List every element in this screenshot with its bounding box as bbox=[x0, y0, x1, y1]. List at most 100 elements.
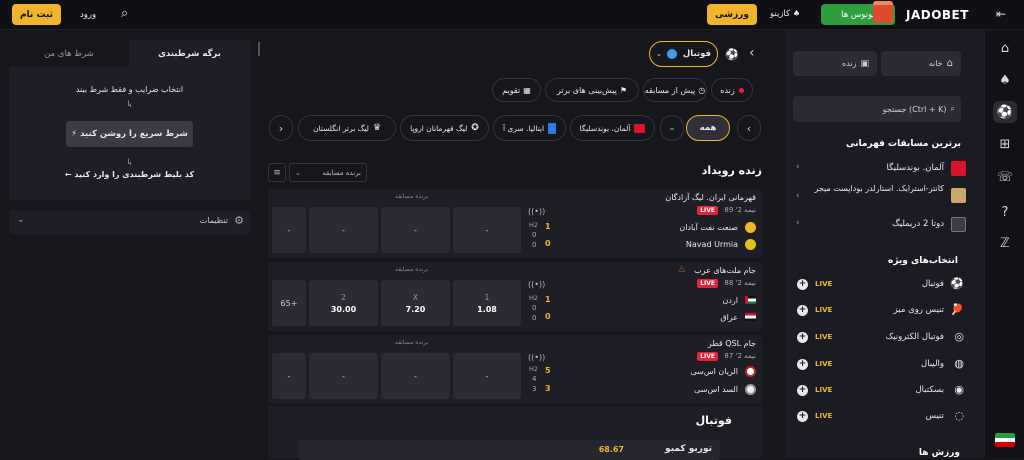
sort-button[interactable]: ≡ bbox=[268, 163, 286, 182]
sport-label: بسکتبال bbox=[915, 385, 944, 395]
special-item-tennis[interactable]: + LIVE تنیس ◌ bbox=[789, 408, 966, 428]
league-name: جام ملت‌های عرب bbox=[694, 266, 756, 275]
event-card[interactable]: برنده مسابقه قهرمانی ایران. لیگ آزادگان … bbox=[268, 189, 762, 258]
brand-logo[interactable]: JADOBET bbox=[906, 8, 969, 22]
settings-label: تنظیمات bbox=[199, 216, 228, 225]
home-icon[interactable]: ⌂ bbox=[993, 37, 1017, 59]
quick-bet-button[interactable]: ⚡ شرط سریع را روشن کنید bbox=[66, 121, 193, 147]
football-icon[interactable]: ⚽ bbox=[993, 101, 1017, 123]
filter-seria[interactable]: ایتالیا. سری آ bbox=[493, 115, 566, 141]
more-markets-button[interactable]: 65+ bbox=[272, 280, 306, 326]
odd-button[interactable]: 2 30.00 bbox=[309, 280, 378, 326]
odd-button[interactable]: 1 1.08 bbox=[453, 280, 521, 326]
more-markets-button[interactable]: - bbox=[272, 207, 306, 253]
tab-calendar[interactable]: تقویم ▦ bbox=[492, 78, 541, 102]
special-item-table-tennis[interactable]: + LIVE تنیس روی میز 🏓 bbox=[789, 302, 966, 322]
spade-icon[interactable]: ♠ bbox=[993, 69, 1017, 91]
team-home: اردن bbox=[722, 296, 738, 305]
event-card[interactable]: برنده مسابقه جام ملت‌های عرب ♨ نیمه 2' 8… bbox=[268, 262, 762, 331]
live-tab[interactable]: زنده ▣ bbox=[793, 51, 877, 76]
top-competition-item[interactable]: ‹ کانتر-استرایک. استارلدر بوداپست میجر bbox=[789, 183, 966, 211]
tab-my-bets[interactable]: شرط های من bbox=[9, 40, 129, 67]
turbo-combo-row[interactable]: توربو کمبو 68.67 bbox=[298, 440, 720, 460]
event-card[interactable]: برنده مسابقه قطر QSL جام نیمه 2' 87 LIVE… bbox=[268, 335, 762, 404]
filter-bundesliga[interactable]: آلمان. بوندسلیگا bbox=[570, 115, 655, 141]
sports-button[interactable]: ورزشی bbox=[707, 4, 757, 25]
odd-button[interactable]: X 7.20 bbox=[381, 280, 450, 326]
odd-button[interactable]: - bbox=[381, 207, 450, 253]
chat-icon[interactable]: ☏ bbox=[993, 166, 1017, 188]
add-icon[interactable]: + bbox=[797, 411, 808, 422]
home-tab[interactable]: خانه ⌂ bbox=[881, 51, 961, 76]
odd-button[interactable]: - bbox=[453, 353, 521, 399]
more-markets-count: 65+ bbox=[280, 298, 298, 308]
odd-button[interactable]: - bbox=[453, 207, 521, 253]
help-icon[interactable]: ? bbox=[993, 201, 1017, 223]
dota-logo-icon bbox=[951, 217, 966, 232]
live-badge: LIVE bbox=[697, 206, 718, 215]
special-item-football[interactable]: + LIVE فوتبال ⚽ bbox=[789, 276, 966, 296]
add-icon[interactable]: + bbox=[797, 332, 808, 343]
odd-button[interactable]: - bbox=[309, 353, 378, 399]
top-competition-item[interactable]: ‹ دوتا 2 دریملیگ bbox=[789, 216, 966, 236]
login-link[interactable]: ورود bbox=[80, 10, 96, 20]
stream-icon[interactable]: ((•)) bbox=[528, 280, 545, 289]
market-select[interactable]: ⌄ برنده مسابقه bbox=[289, 163, 367, 182]
menu-collapse-icon[interactable]: ⇤ bbox=[996, 7, 1006, 21]
filter-next-button[interactable]: › bbox=[269, 115, 293, 141]
filter-all[interactable]: همه bbox=[686, 115, 730, 141]
add-icon[interactable]: + bbox=[797, 385, 808, 396]
sport-selector[interactable]: ⚽ bbox=[720, 43, 744, 65]
tab-betslip-label: برگه شرطبندی bbox=[158, 48, 221, 59]
settings-row[interactable]: ⌄ تنظیمات ⚙ bbox=[9, 210, 250, 234]
half-score-home: 0 bbox=[532, 231, 537, 239]
tab-prematch[interactable]: پیش از مسابقه ◷ bbox=[643, 78, 707, 102]
score-away: 0 bbox=[545, 239, 551, 248]
icon-rail: ⌂ ♠ ⚽ ⊞ ☏ ? ℤ bbox=[984, 30, 1024, 458]
quick-bet-label: ⚡ شرط سریع را روشن کنید bbox=[71, 129, 188, 139]
league-name: قطر QSL جام bbox=[707, 339, 756, 348]
sport-label: فوتبال bbox=[921, 279, 944, 289]
filter-ucl[interactable]: لیگ قهرمانان اروپا ✪ bbox=[400, 115, 489, 141]
add-icon[interactable]: + bbox=[797, 359, 808, 370]
panel-resize-handle[interactable] bbox=[258, 42, 260, 56]
register-button[interactable]: ثبت نام bbox=[12, 4, 61, 25]
sport-dropdown[interactable]: ⌄ فوتبال bbox=[649, 41, 718, 67]
add-icon[interactable]: + bbox=[797, 305, 808, 316]
search-field[interactable]: جستجو (Ctrl + K) ⌕ bbox=[793, 96, 961, 122]
filter-expand-button[interactable]: ⌄ bbox=[660, 115, 684, 141]
tab-betslip[interactable]: برگه شرطبندی bbox=[129, 40, 250, 67]
filter-label: لیگ قهرمانان اروپا bbox=[410, 123, 468, 133]
home-label: خانه bbox=[928, 59, 943, 68]
special-item-volleyball[interactable]: + LIVE والیبال ◍ bbox=[789, 356, 966, 376]
filter-all-label: همه bbox=[699, 123, 717, 133]
top-competition-item[interactable]: ‹ آلمان. بوندسلیگا bbox=[789, 160, 966, 180]
gift-icon[interactable]: ⊞ bbox=[993, 133, 1017, 155]
tab-calendar-label: تقویم bbox=[502, 85, 521, 95]
special-item-basketball[interactable]: + LIVE بسکتبال ◉ bbox=[789, 382, 966, 402]
filter-prev-button[interactable]: ‹ bbox=[737, 115, 761, 141]
chevron-left-icon: ‹ bbox=[796, 218, 800, 228]
odd-button[interactable]: - bbox=[381, 353, 450, 399]
home-team-logo bbox=[745, 222, 756, 233]
filter-epl[interactable]: لیگ برتر انگلستان ♛ bbox=[298, 115, 396, 141]
iran-flag-icon[interactable] bbox=[995, 433, 1015, 447]
more-markets-button[interactable]: - bbox=[272, 353, 306, 399]
stream-icon[interactable]: ((•)) bbox=[528, 207, 545, 216]
special-item-efootball[interactable]: + LIVE فوتبال الکترونیک ◎ bbox=[789, 329, 966, 349]
enter-code-link[interactable]: ← کد بلیط شرطبندی را وارد کنید bbox=[9, 170, 250, 179]
search-placeholder: جستجو (Ctrl + K) bbox=[882, 104, 947, 114]
epl-logo-icon: ♛ bbox=[372, 123, 382, 133]
sports-section-title: ورزش ها bbox=[918, 448, 960, 458]
tab-top-predictions[interactable]: پیش‌بینی های برتر ⚑ bbox=[545, 78, 639, 102]
stream-icon[interactable]: ((•)) bbox=[528, 353, 545, 362]
z-icon[interactable]: ℤ bbox=[993, 232, 1017, 254]
search-icon[interactable]: ⌕ bbox=[121, 6, 128, 21]
odd-button[interactable]: - bbox=[309, 207, 378, 253]
add-icon[interactable]: + bbox=[797, 279, 808, 290]
casino-link[interactable]: کازینو ♠ bbox=[770, 9, 800, 19]
period-label: H2 bbox=[529, 221, 539, 229]
half-score-away: 0 bbox=[532, 241, 537, 249]
back-chevron-icon[interactable]: ‹ bbox=[749, 45, 755, 61]
tab-live[interactable]: زنده bbox=[711, 78, 753, 102]
